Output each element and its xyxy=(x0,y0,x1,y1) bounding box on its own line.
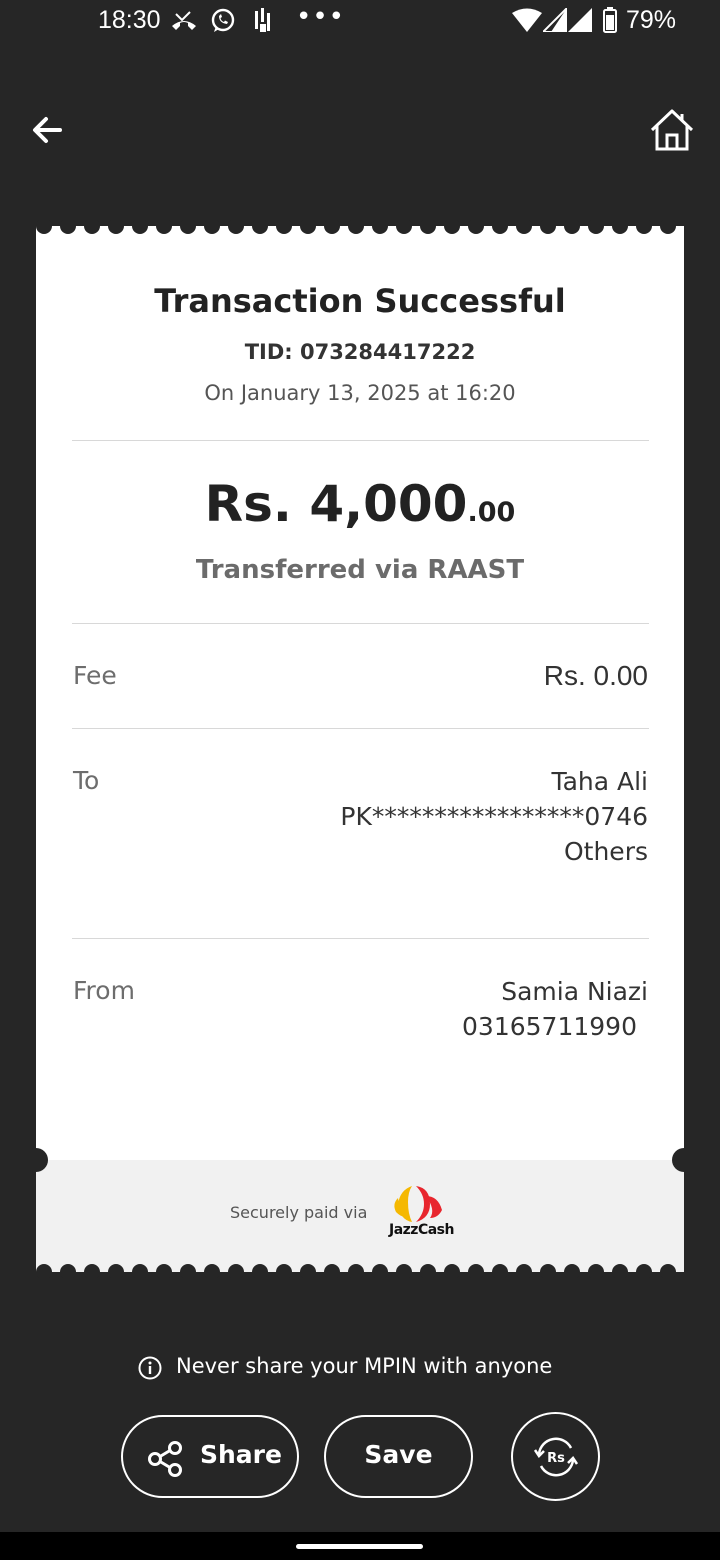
back-arrow-icon[interactable] xyxy=(28,110,68,150)
secure-payment-text: Securely paid via xyxy=(230,1203,368,1222)
whatsapp-icon xyxy=(211,8,235,32)
from-label: From xyxy=(73,976,135,1005)
repeat-payment-button[interactable]: Rs xyxy=(511,1412,600,1501)
receipt-edge-top xyxy=(36,220,684,234)
sender-details: Samia Niazi 03165711990 xyxy=(462,974,648,1044)
battery-icon xyxy=(603,7,617,33)
status-time: 18:30 xyxy=(98,6,161,34)
transfer-method: Transferred via RAAST xyxy=(195,555,525,585)
receipt-edge-bottom xyxy=(36,1264,684,1278)
to-label: To xyxy=(73,766,100,795)
amount-main: Rs. 4,000 xyxy=(204,475,468,533)
repeat-payment-icon: Rs xyxy=(533,1437,579,1477)
share-label: Share xyxy=(200,1440,282,1469)
recipient-account: PK*****************0746 xyxy=(340,802,648,831)
receipt-notch-right xyxy=(672,1148,696,1172)
wifi-icon xyxy=(512,8,542,32)
receipt-notch-left xyxy=(24,1148,48,1172)
recipient-bank: Others xyxy=(563,837,648,866)
fee-label: Fee xyxy=(73,661,117,690)
sender-phone: 03165711990 xyxy=(462,1012,637,1041)
signal-icon xyxy=(568,8,592,32)
transaction-id: TID: 073284417222 xyxy=(244,340,476,364)
divider xyxy=(72,440,649,441)
recipient-name: Taha Ali xyxy=(551,767,648,796)
share-button[interactable]: Share xyxy=(121,1415,299,1498)
warning-text: Never share your MPIN with anyone xyxy=(176,1354,553,1378)
info-icon xyxy=(138,1356,162,1380)
share-icon xyxy=(148,1441,182,1477)
recipient-details: Taha Ali PK*****************0746 Others xyxy=(340,764,648,869)
sender-name: Samia Niazi xyxy=(501,977,648,1006)
battery-percent: 79% xyxy=(626,6,677,34)
home-gesture-handle[interactable] xyxy=(296,1544,423,1549)
jazzcash-wordmark: JazzCash xyxy=(389,1222,454,1238)
more-notifications: ••• xyxy=(296,2,346,32)
fee-value: Rs. 0.00 xyxy=(543,660,648,691)
amount-cents: .00 xyxy=(467,497,516,528)
signal-icon xyxy=(543,8,567,32)
transaction-amount: Rs. 4,000.00 xyxy=(0,475,720,533)
divider xyxy=(72,623,649,624)
home-icon[interactable] xyxy=(648,106,696,154)
save-label: Save xyxy=(364,1440,433,1469)
svg-text:Rs: Rs xyxy=(547,1451,565,1466)
divider xyxy=(72,938,649,939)
divider xyxy=(72,728,649,729)
status-bar: 18:30 ••• 79% xyxy=(0,0,720,44)
save-button[interactable]: Save xyxy=(324,1415,473,1498)
transaction-title: Transaction Successful xyxy=(154,282,566,320)
missed-call-icon xyxy=(172,11,196,30)
mpin-warning: Never share your MPIN with anyone xyxy=(138,1354,598,1384)
transaction-datetime: On January 13, 2025 at 16:20 xyxy=(204,381,516,405)
data-icon xyxy=(255,8,270,32)
